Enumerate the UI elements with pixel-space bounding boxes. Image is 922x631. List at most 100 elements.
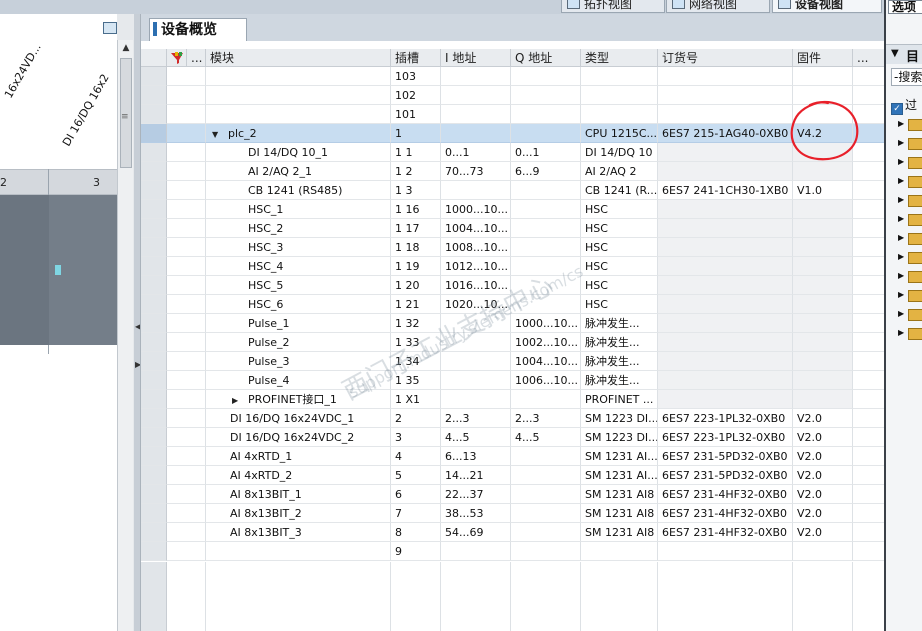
table-row[interactable]: AI 2/AQ 2_1 1 2 70...73 6...9 AI 2/AQ 2 bbox=[141, 162, 885, 181]
row-selector[interactable] bbox=[141, 238, 167, 257]
module-cell[interactable]: DI 16/DQ 16x24VDC_2 bbox=[206, 428, 391, 447]
firmware-cell[interactable] bbox=[793, 143, 853, 162]
order-number-cell[interactable]: 6ES7 215-1AG40-0XB0 bbox=[658, 124, 793, 143]
row-selector[interactable] bbox=[141, 428, 167, 447]
firmware-cell[interactable]: V1.0 bbox=[793, 181, 853, 200]
firmware-cell[interactable] bbox=[793, 105, 853, 124]
slot-cell[interactable]: 1 19 bbox=[391, 257, 441, 276]
expand-right-icon[interactable]: ▶ bbox=[898, 157, 904, 166]
order-number-cell[interactable] bbox=[658, 257, 793, 276]
table-row[interactable]: Pulse_4 1 35 1006...10... 脉冲发生... bbox=[141, 371, 885, 390]
table-row[interactable]: AI 8x13BIT_1 6 22...37 SM 1231 AI8 6ES7 231-… bbox=[141, 485, 885, 504]
scroll-up-icon[interactable]: ▲ bbox=[120, 42, 132, 54]
slot-cell[interactable]: 103 bbox=[391, 67, 441, 86]
type-cell[interactable]: HSC bbox=[581, 200, 658, 219]
table-row[interactable]: 9 bbox=[141, 542, 885, 561]
i-address-cell[interactable]: 1008...10... bbox=[441, 238, 511, 257]
i-address-cell[interactable]: 1020...10... bbox=[441, 295, 511, 314]
slot-cell[interactable]: 1 16 bbox=[391, 200, 441, 219]
order-number-cell[interactable] bbox=[658, 219, 793, 238]
row-selector[interactable] bbox=[141, 485, 167, 504]
header-q-address[interactable]: Q 地址 bbox=[511, 49, 581, 67]
i-address-cell[interactable] bbox=[441, 181, 511, 200]
catalog-folder-item[interactable]: ▶ bbox=[898, 231, 922, 247]
catalog-folder-item[interactable]: ▶ bbox=[898, 212, 922, 228]
expand-right-icon[interactable]: ▶ bbox=[898, 214, 904, 223]
order-number-cell[interactable] bbox=[658, 542, 793, 561]
header-i-address[interactable]: I 地址 bbox=[441, 49, 511, 67]
i-address-cell[interactable]: 54...69 bbox=[441, 523, 511, 542]
module-cell[interactable]: HSC_6 bbox=[206, 295, 391, 314]
chevron-down-icon[interactable]: ▼ bbox=[891, 48, 899, 59]
expand-right-icon[interactable]: ▶ bbox=[232, 391, 244, 408]
firmware-cell[interactable]: V2.0 bbox=[793, 466, 853, 485]
expand-right-icon[interactable]: ▶ bbox=[898, 309, 904, 318]
slot-cell[interactable]: 1 20 bbox=[391, 276, 441, 295]
slot-cell[interactable]: 7 bbox=[391, 504, 441, 523]
table-row[interactable]: ▼ plc_2 1 CPU 1215C... 6ES7 215-1AG40-0XB0 V4… bbox=[141, 124, 885, 143]
order-number-cell[interactable] bbox=[658, 200, 793, 219]
i-address-cell[interactable]: 1000...10... bbox=[441, 200, 511, 219]
i-address-cell[interactable] bbox=[441, 390, 511, 409]
i-address-cell[interactable]: 1004...10... bbox=[441, 219, 511, 238]
expand-down-icon[interactable]: ▼ bbox=[212, 125, 224, 142]
q-address-cell[interactable] bbox=[511, 504, 581, 523]
q-address-cell[interactable]: 1000...10... bbox=[511, 314, 581, 333]
q-address-cell[interactable] bbox=[511, 466, 581, 485]
type-cell[interactable]: SM 1231 AI8 bbox=[581, 523, 658, 542]
module-cell[interactable]: Pulse_2 bbox=[206, 333, 391, 352]
row-selector[interactable] bbox=[141, 257, 167, 276]
firmware-cell[interactable] bbox=[793, 238, 853, 257]
i-address-cell[interactable]: 6...13 bbox=[441, 447, 511, 466]
type-cell[interactable]: HSC bbox=[581, 295, 658, 314]
type-cell[interactable]: SM 1231 AI... bbox=[581, 466, 658, 485]
order-number-cell[interactable]: 6ES7 231-5PD32-0XB0 bbox=[658, 466, 793, 485]
catalog-section-header[interactable]: ▼ 目 bbox=[886, 44, 922, 65]
module-cell[interactable]: DI 16/DQ 16x24VDC_1 bbox=[206, 409, 391, 428]
order-number-cell[interactable] bbox=[658, 67, 793, 86]
i-address-cell[interactable] bbox=[441, 371, 511, 390]
i-address-cell[interactable] bbox=[441, 542, 511, 561]
module-cell[interactable]: ▶ PROFINET接口_1 bbox=[206, 390, 391, 409]
module-cell[interactable]: ▼ plc_2 bbox=[206, 124, 391, 143]
firmware-cell[interactable] bbox=[793, 333, 853, 352]
q-address-cell[interactable]: 0...1 bbox=[511, 143, 581, 162]
catalog-folder-item[interactable]: ▶ bbox=[898, 307, 922, 323]
order-number-cell[interactable]: 6ES7 223-1PL32-0XB0 bbox=[658, 409, 793, 428]
type-cell[interactable]: DI 14/DQ 10 bbox=[581, 143, 658, 162]
module-cell[interactable] bbox=[206, 105, 391, 124]
order-number-cell[interactable]: 6ES7 231-4HF32-0XB0 bbox=[658, 504, 793, 523]
type-cell[interactable]: 脉冲发生... bbox=[581, 333, 658, 352]
slot-cell[interactable]: 8 bbox=[391, 523, 441, 542]
catalog-search-input[interactable]: -搜索 bbox=[891, 68, 922, 86]
slot-cell[interactable]: 101 bbox=[391, 105, 441, 124]
module-cell[interactable]: AI 8x13BIT_3 bbox=[206, 523, 391, 542]
row-selector[interactable] bbox=[141, 447, 167, 466]
slot-cell[interactable]: 1 18 bbox=[391, 238, 441, 257]
table-row[interactable]: AI 8x13BIT_3 8 54...69 SM 1231 AI8 6ES7 231-… bbox=[141, 523, 885, 542]
expand-right-icon[interactable]: ▶ bbox=[898, 290, 904, 299]
q-address-cell[interactable]: 6...9 bbox=[511, 162, 581, 181]
header-more[interactable]: ... bbox=[853, 49, 885, 67]
row-selector[interactable] bbox=[141, 314, 167, 333]
catalog-folder-item[interactable]: ▶ bbox=[898, 193, 922, 209]
firmware-cell[interactable] bbox=[793, 371, 853, 390]
row-selector[interactable] bbox=[141, 523, 167, 542]
slot-cell[interactable]: 6 bbox=[391, 485, 441, 504]
q-address-cell[interactable] bbox=[511, 276, 581, 295]
module-cell[interactable]: Pulse_3 bbox=[206, 352, 391, 371]
table-row[interactable]: HSC_2 1 17 1004...10... HSC bbox=[141, 219, 885, 238]
module-cell[interactable]: AI 4xRTD_1 bbox=[206, 447, 391, 466]
module-cell[interactable] bbox=[206, 86, 391, 105]
order-number-cell[interactable] bbox=[658, 86, 793, 105]
slot-cell[interactable]: 2 bbox=[391, 409, 441, 428]
canvas-tool-icon[interactable] bbox=[103, 22, 117, 34]
q-address-cell[interactable] bbox=[511, 67, 581, 86]
order-number-cell[interactable]: 6ES7 231-4HF32-0XB0 bbox=[658, 485, 793, 504]
i-address-cell[interactable]: 22...37 bbox=[441, 485, 511, 504]
slot-cell[interactable]: 1 1 bbox=[391, 143, 441, 162]
i-address-cell[interactable]: 2...3 bbox=[441, 409, 511, 428]
firmware-cell[interactable]: V2.0 bbox=[793, 428, 853, 447]
firmware-cell[interactable]: V2.0 bbox=[793, 409, 853, 428]
row-selector[interactable] bbox=[141, 105, 167, 124]
